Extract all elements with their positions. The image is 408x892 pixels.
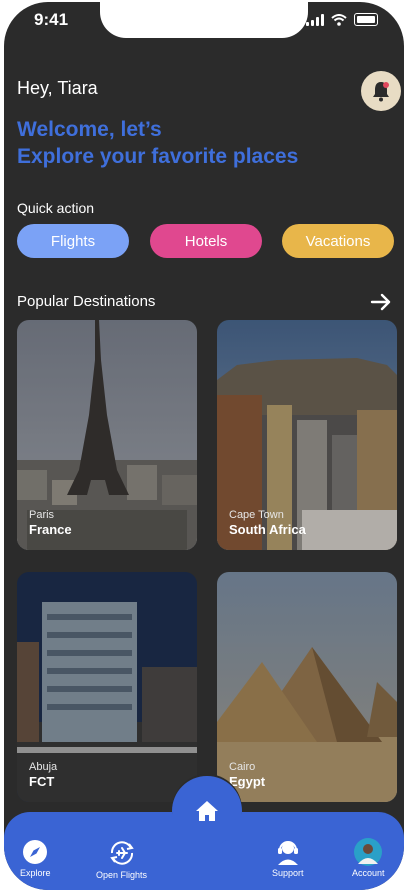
greeting: Hey, Tiara xyxy=(17,78,98,98)
home-icon xyxy=(196,801,218,821)
phone-screen: 9:41 Hey, Tiara Welcome, let’s Explore y… xyxy=(4,2,404,890)
nav-label: Support xyxy=(272,868,304,878)
bell-icon xyxy=(373,82,389,102)
card-city: Paris xyxy=(29,509,55,521)
arrow-right-icon[interactable] xyxy=(370,291,392,313)
popular-destinations-title: Popular Destinations xyxy=(17,293,156,310)
welcome-heading: Welcome, let’s Explore your favorite pla… xyxy=(17,116,298,170)
card-country: FCT xyxy=(29,774,55,789)
nav-explore[interactable]: Explore xyxy=(20,838,51,878)
destination-card-paris[interactable]: Paris France xyxy=(17,320,197,550)
card-city: Abuja xyxy=(29,761,58,773)
card-country: Egypt xyxy=(229,774,266,789)
nav-support[interactable]: Support xyxy=(272,838,304,878)
card-country: South Africa xyxy=(229,522,306,537)
battery-icon xyxy=(354,13,378,26)
avatar xyxy=(354,838,383,866)
notification-button[interactable] xyxy=(361,71,401,111)
signal-icon xyxy=(306,13,324,26)
welcome-line-2: Explore your favorite places xyxy=(17,145,299,168)
home-button[interactable] xyxy=(172,776,242,846)
nav-account[interactable]: Account xyxy=(352,838,385,878)
wifi-icon xyxy=(331,13,347,26)
card-country: France xyxy=(29,522,72,537)
nav-label: Account xyxy=(352,868,385,878)
card-city: Cairo xyxy=(229,761,256,773)
quick-action-label: Quick action xyxy=(17,200,95,216)
destination-card-abuja[interactable]: Abuja FCT xyxy=(17,572,197,802)
status-icons xyxy=(306,13,378,26)
vacations-button[interactable]: Vacations xyxy=(282,224,394,258)
destination-card-cairo[interactable]: Cairo Egypt xyxy=(217,572,397,802)
nav-label: Explore xyxy=(20,868,51,878)
welcome-line-1: Welcome, let’s xyxy=(17,118,162,141)
nav-label: Open Flights xyxy=(96,870,148,880)
card-city: Cape Town xyxy=(229,509,284,521)
nav-open-flights[interactable]: Open Flights xyxy=(96,838,147,880)
headset-icon xyxy=(277,841,298,865)
hotels-button[interactable]: Hotels xyxy=(150,224,262,258)
plane-refresh-icon xyxy=(109,841,134,865)
destination-card-cape-town[interactable]: Cape Town South Africa xyxy=(217,320,397,550)
status-time: 9:41 xyxy=(34,10,69,29)
flights-button[interactable]: Flights xyxy=(17,224,129,258)
compass-icon xyxy=(23,840,48,864)
notch xyxy=(100,2,308,38)
